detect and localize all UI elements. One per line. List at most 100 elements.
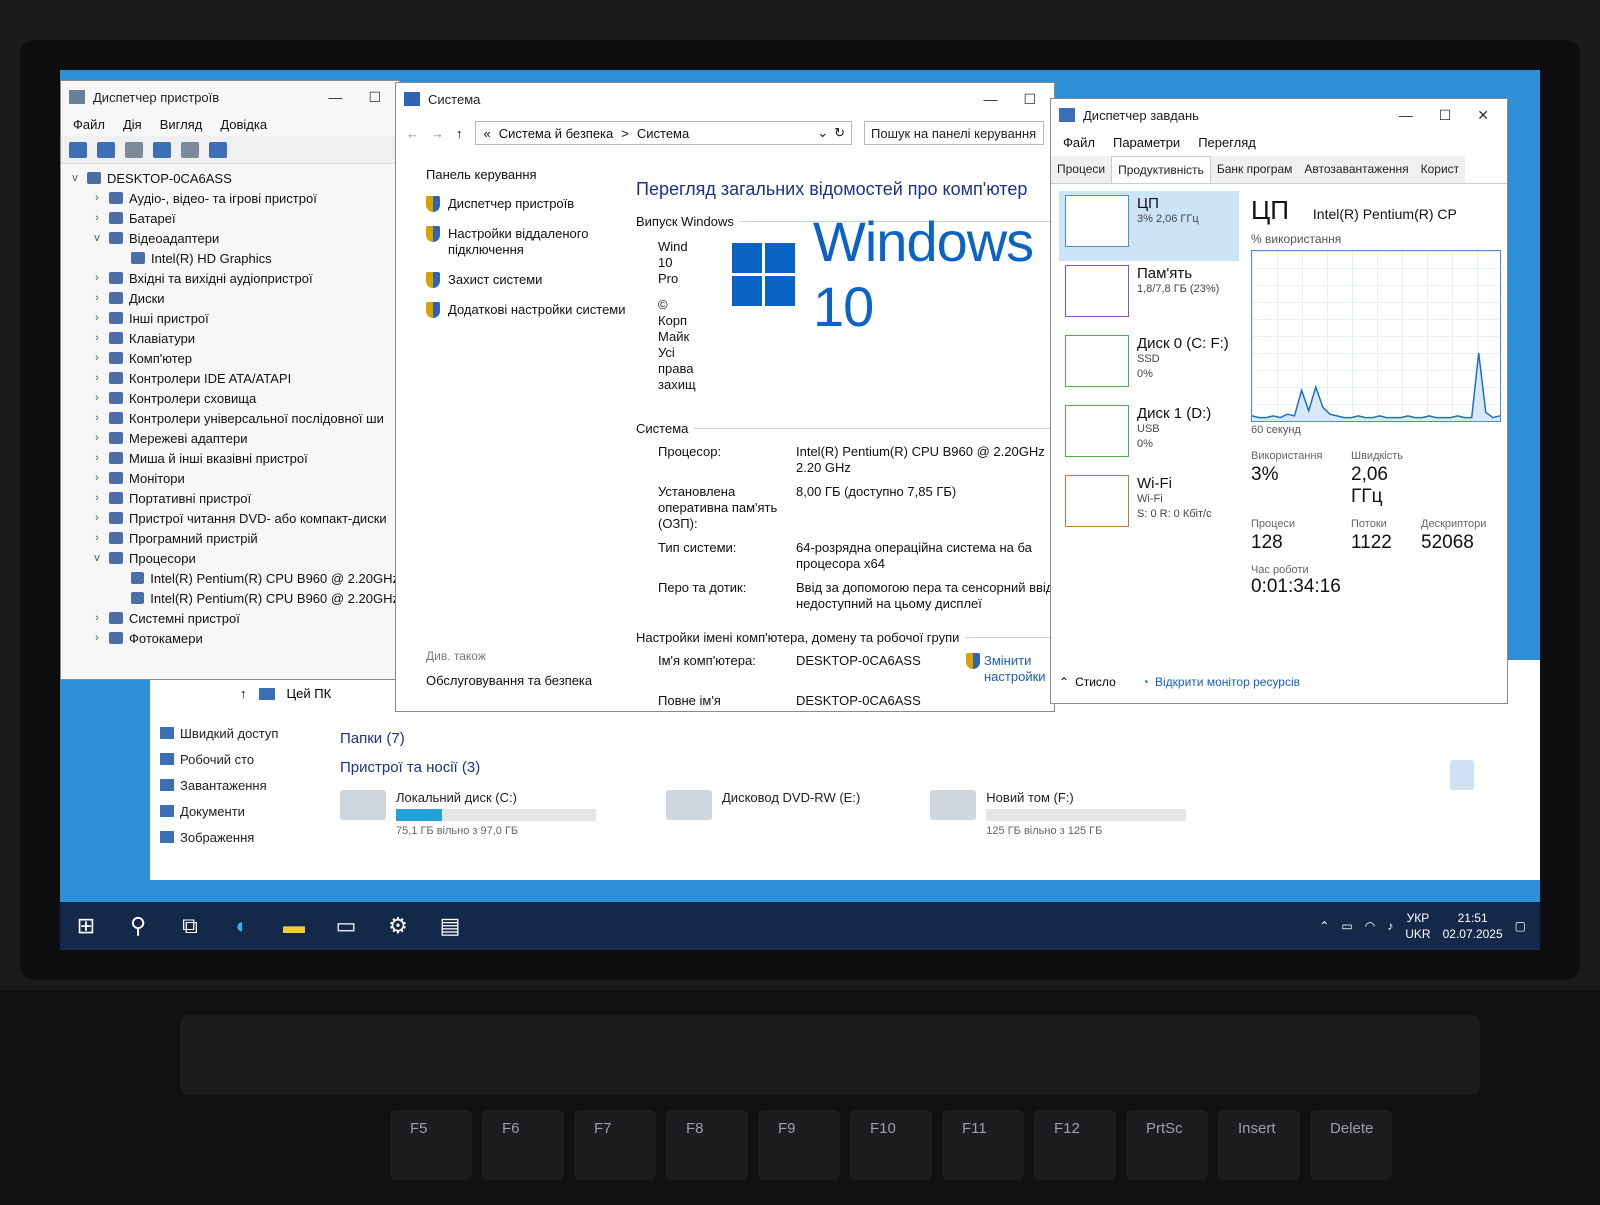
system-titlebar[interactable]: Система — ☐ bbox=[396, 83, 1054, 115]
drive-item[interactable]: Локальний диск (C:) 75,1 ГБ вільно з 97,0… bbox=[340, 790, 596, 837]
chevron-right-icon[interactable]: › bbox=[89, 192, 105, 204]
maximize-icon[interactable]: ☐ bbox=[1439, 107, 1452, 124]
control-panel-home-link[interactable]: Панель керування bbox=[426, 167, 626, 182]
devmgr-menu-item[interactable]: Вигляд bbox=[160, 117, 203, 132]
notifications-icon[interactable]: ▢ bbox=[1515, 919, 1526, 933]
search-button[interactable]: ⚲ bbox=[112, 902, 164, 950]
up-arrow-icon[interactable]: ↑ bbox=[456, 126, 463, 141]
explorer-nav-item[interactable]: Завантаження bbox=[160, 772, 320, 798]
chevron-right-icon[interactable]: › bbox=[89, 432, 105, 444]
chevron-right-icon[interactable]: › bbox=[89, 312, 105, 324]
device-tree-item[interactable]: Intel(R) Pentium(R) CPU B960 @ 2.20GHz bbox=[67, 588, 399, 608]
device-tree-item[interactable]: › Диски bbox=[67, 288, 399, 308]
explorer-button[interactable]: ▬ bbox=[268, 902, 320, 950]
chevron-right-icon[interactable]: › bbox=[89, 512, 105, 524]
tab-0[interactable]: Процеси bbox=[1051, 156, 1112, 183]
volume-icon[interactable]: ♪ bbox=[1387, 919, 1393, 933]
minimize-icon[interactable]: — bbox=[983, 91, 997, 108]
explorer-nav-item[interactable]: Робочий сто bbox=[160, 746, 320, 772]
chevron-down-icon[interactable]: v bbox=[67, 172, 83, 184]
clock[interactable]: 21:51 02.07.2025 bbox=[1443, 910, 1503, 942]
explorer-nav-item[interactable]: Зображення bbox=[160, 824, 320, 850]
drive-item[interactable]: Дисковод DVD-RW (E:) bbox=[666, 790, 860, 837]
chevron-right-icon[interactable]: › bbox=[89, 452, 105, 464]
tab-3[interactable]: Автозавантаження bbox=[1298, 156, 1415, 183]
device-tree-item[interactable]: v Процесори bbox=[67, 548, 399, 568]
breadcrumb-system[interactable]: Система bbox=[637, 126, 689, 141]
up-arrow-icon[interactable]: ↑ bbox=[240, 686, 247, 701]
device-tree-item[interactable]: Intel(R) Pentium(R) CPU B960 @ 2.20GHz bbox=[67, 568, 399, 588]
system-task-link[interactable]: Захист системи bbox=[426, 272, 626, 288]
forward-arrow-icon[interactable] bbox=[97, 141, 115, 158]
fewer-details-button[interactable]: ⌃ Стисло bbox=[1059, 675, 1116, 689]
device-tree-item[interactable]: › Фотокамери bbox=[67, 628, 399, 648]
language-indicator[interactable]: УКР UKR bbox=[1405, 910, 1430, 942]
start-button[interactable]: ⊞ bbox=[60, 902, 112, 950]
maximize-icon[interactable]: ☐ bbox=[1023, 91, 1036, 108]
forward-arrow-icon[interactable]: → bbox=[431, 126, 444, 141]
resource-monitor-link[interactable]: ◔ Відкрити монітор ресурсів bbox=[1142, 675, 1300, 689]
devmgr-menu-item[interactable]: Довідка bbox=[220, 117, 267, 132]
chevron-right-icon[interactable]: › bbox=[89, 392, 105, 404]
explorer-nav-item[interactable]: Швидкий доступ bbox=[160, 720, 320, 746]
system-task-link[interactable]: Додаткові настройки системи bbox=[426, 302, 626, 318]
device-tree-item[interactable]: › Комп'ютер bbox=[67, 348, 399, 368]
tab-1[interactable]: Продуктивність bbox=[1111, 156, 1211, 183]
edge-button[interactable]: ◐ bbox=[216, 902, 268, 950]
taskmgr-titlebar[interactable]: Диспетчер завдань — ☐ ✕ bbox=[1051, 99, 1507, 131]
device-tree-item[interactable]: › Миша й інші вказівні пристрої bbox=[67, 448, 399, 468]
maximize-icon[interactable]: ☐ bbox=[368, 89, 381, 106]
help-icon[interactable] bbox=[153, 141, 171, 158]
device-tree-root[interactable]: v DESKTOP-0CA6ASS bbox=[67, 168, 399, 188]
chevron-right-icon[interactable]: › bbox=[89, 272, 105, 284]
view-icon[interactable] bbox=[181, 141, 199, 158]
taskmgr-menu-item[interactable]: Параметри bbox=[1113, 135, 1180, 150]
task-view-button[interactable]: ⧉ bbox=[164, 902, 216, 950]
device-tree-item[interactable]: › Клавіатури bbox=[67, 328, 399, 348]
search-input[interactable]: Пошук на панелі керування bbox=[864, 121, 1044, 145]
chevron-right-icon[interactable]: › bbox=[89, 212, 105, 224]
refresh-icon[interactable]: ↻ bbox=[834, 125, 845, 141]
breadcrumb-security[interactable]: Система й безпека bbox=[499, 126, 614, 141]
device-tree-item[interactable]: Intel(R) HD Graphics bbox=[67, 248, 399, 268]
keyboard-key[interactable]: PrtSc bbox=[1126, 1110, 1208, 1180]
monitor-icon[interactable] bbox=[209, 141, 227, 158]
taskmgr-menu-item[interactable]: Перегляд bbox=[1198, 135, 1256, 150]
device-tree-item[interactable]: › Батареї bbox=[67, 208, 399, 228]
devmgr-taskbar-button[interactable]: ⚙ bbox=[372, 902, 424, 950]
chevron-right-icon[interactable]: › bbox=[89, 492, 105, 504]
device-tree-item[interactable]: › Аудіо-, відео- та ігрові пристрої bbox=[67, 188, 399, 208]
device-tree-item[interactable]: › Контролери сховища bbox=[67, 388, 399, 408]
device-tree-item[interactable]: v Відеоадаптери bbox=[67, 228, 399, 248]
taskmgr-taskbar-button[interactable]: ▤ bbox=[424, 902, 476, 950]
devmgr-titlebar[interactable]: Диспетчер пристроїв — ☐ bbox=[61, 81, 399, 113]
device-tree-item[interactable]: › Вхідні та вихідні аудіопристрої bbox=[67, 268, 399, 288]
chevron-down-icon[interactable]: v bbox=[89, 552, 105, 564]
chevron-right-icon[interactable]: › bbox=[89, 632, 105, 644]
chevron-down-icon[interactable]: v bbox=[89, 232, 105, 244]
device-tree-item[interactable]: › Системні пристрої bbox=[67, 608, 399, 628]
keyboard-key[interactable]: F6 bbox=[482, 1110, 564, 1180]
device-tree-item[interactable]: › Пристрої читання DVD- або компакт-диски bbox=[67, 508, 399, 528]
keyboard-key[interactable]: F9 bbox=[758, 1110, 840, 1180]
properties-icon[interactable] bbox=[125, 141, 143, 158]
chevron-right-icon[interactable]: › bbox=[89, 612, 105, 624]
device-tree-item[interactable]: › Монітори bbox=[67, 468, 399, 488]
chevron-right-icon[interactable]: › bbox=[89, 372, 105, 384]
back-arrow-icon[interactable]: ← bbox=[406, 126, 419, 141]
chevron-right-icon[interactable]: › bbox=[89, 352, 105, 364]
taskmgr-menu-item[interactable]: Файл bbox=[1063, 135, 1095, 150]
device-tree-item[interactable]: › Контролери IDE ATA/ATAPI bbox=[67, 368, 399, 388]
device-tree-item[interactable]: › Контролери універсальної послідовної ши bbox=[67, 408, 399, 428]
devmgr-menu-item[interactable]: Дія bbox=[123, 117, 142, 132]
perf-item-cpu[interactable]: ЦП 3% 2,06 ГГц bbox=[1059, 191, 1239, 261]
keyboard-key[interactable]: F8 bbox=[666, 1110, 748, 1180]
chevron-right-icon[interactable]: › bbox=[89, 292, 105, 304]
perf-item-mem[interactable]: Пам'ять 1,8/7,8 ГБ (23%) bbox=[1059, 261, 1239, 331]
tab-4[interactable]: Корист bbox=[1414, 156, 1466, 183]
chevron-up-icon[interactable]: ⌃ bbox=[1319, 919, 1329, 933]
chevron-right-icon[interactable]: › bbox=[89, 332, 105, 344]
keyboard-key[interactable]: F7 bbox=[574, 1110, 656, 1180]
keyboard-key[interactable]: Insert bbox=[1218, 1110, 1300, 1180]
folders-group[interactable]: Папки (7) bbox=[340, 730, 1490, 747]
